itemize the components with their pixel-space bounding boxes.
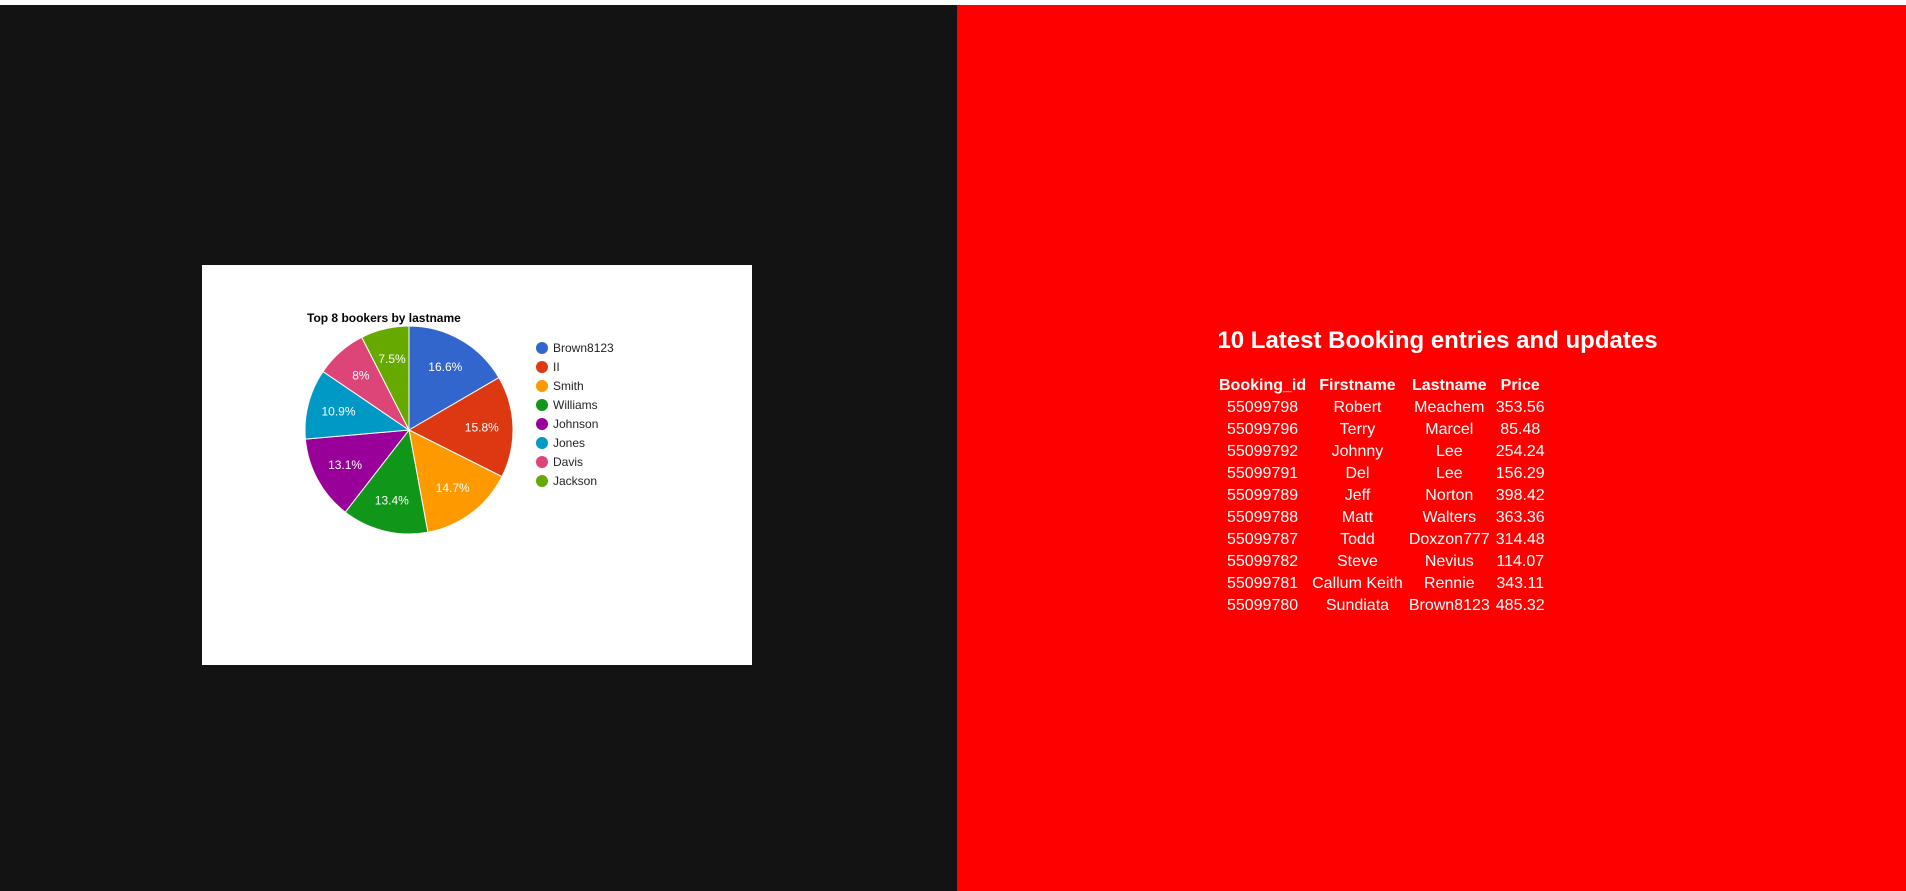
table-header-row: Booking_id Firstname Lastname Price bbox=[1216, 375, 1548, 397]
table-cell-price: 343.11 bbox=[1496, 575, 1545, 592]
chart-legend: Brown8123 II Smith Williams Johnson Jones Davi… bbox=[536, 341, 614, 488]
column-header-firstname: Firstname bbox=[1319, 377, 1396, 394]
table-cell-booking-id: 55099787 bbox=[1226, 531, 1299, 548]
table-cell-price: 254.24 bbox=[1495, 443, 1545, 460]
table-cell-price: 156.29 bbox=[1495, 465, 1545, 482]
table-cell-lastname: Rennie bbox=[1423, 575, 1475, 592]
column-header-price: Price bbox=[1500, 377, 1540, 394]
slice-label-jones: 10.9% bbox=[321, 405, 355, 419]
table-cell-price: 485.32 bbox=[1495, 597, 1545, 614]
legend-label-jones[interactable]: Jones bbox=[553, 436, 585, 450]
slice-label-johnson: 13.1% bbox=[328, 458, 362, 472]
legend-label-johnson[interactable]: Johnson bbox=[553, 417, 598, 431]
table-cell-lastname: Meachem bbox=[1414, 399, 1485, 416]
table-cell-lastname: Nevius bbox=[1424, 553, 1474, 570]
table-row: 55099798 Robert Meachem 353.56 bbox=[1216, 397, 1548, 419]
legend-swatch-williams bbox=[536, 399, 548, 411]
table-cell-firstname: Steve bbox=[1337, 553, 1378, 570]
table-cell-booking-id: 55099781 bbox=[1226, 575, 1299, 592]
slice-label-davis: 8% bbox=[352, 368, 370, 382]
slice-label-williams: 13.4% bbox=[375, 494, 409, 508]
table-row: 55099782 Steve Nevius 114.07 bbox=[1216, 551, 1548, 573]
table-cell-firstname: Sundiata bbox=[1325, 597, 1390, 614]
table-cell-lastname: Walters bbox=[1422, 509, 1477, 526]
table-cell-lastname: Marcel bbox=[1425, 421, 1474, 438]
table-cell-booking-id: 55099796 bbox=[1226, 421, 1299, 438]
pie-chart-card: Top 8 bookers by lastname 16.6% 15.8% 14.7… bbox=[202, 265, 752, 665]
table-cell-lastname: Lee bbox=[1435, 465, 1463, 482]
legend-label-jackson[interactable]: Jackson bbox=[553, 474, 597, 488]
table-cell-booking-id: 55099789 bbox=[1226, 487, 1299, 504]
legend-label-brown8123[interactable]: Brown8123 bbox=[553, 341, 614, 355]
legend-swatch-davis bbox=[536, 456, 548, 468]
bookings-heading: 10 Latest Booking entries and updates bbox=[1217, 327, 1658, 354]
legend-label-smith[interactable]: Smith bbox=[553, 379, 584, 393]
pie-chart: Top 8 bookers by lastname 16.6% 15.8% 14.7… bbox=[304, 311, 614, 535]
legend-label-davis[interactable]: Davis bbox=[553, 455, 583, 469]
table-cell-booking-id: 55099791 bbox=[1226, 465, 1299, 482]
slice-label-smith: 14.7% bbox=[436, 481, 470, 495]
table-cell-firstname: Del bbox=[1345, 465, 1370, 482]
table-row: 55099781 Callum Keith Rennie 343.11 bbox=[1216, 573, 1548, 595]
table-cell-booking-id: 55099780 bbox=[1226, 597, 1299, 614]
table-cell-price: 353.56 bbox=[1495, 399, 1545, 416]
legend-swatch-ii bbox=[536, 361, 548, 373]
table-cell-booking-id: 55099798 bbox=[1226, 399, 1299, 416]
table-row: 55099791 Del Lee 156.29 bbox=[1216, 463, 1548, 485]
table-cell-lastname: Brown8123 bbox=[1408, 597, 1490, 614]
legend-swatch-jackson bbox=[536, 475, 548, 487]
table-row: 55099788 Matt Walters 363.36 bbox=[1216, 507, 1548, 529]
table-row: 55099796 Terry Marcel 85.48 bbox=[1216, 419, 1548, 441]
table-cell-booking-id: 55099792 bbox=[1226, 443, 1299, 460]
chart-panel: Top 8 bookers by lastname 16.6% 15.8% 14.7… bbox=[0, 5, 957, 891]
slice-label-brown8123: 16.6% bbox=[428, 360, 462, 374]
slice-label-jackson: 7.5% bbox=[378, 352, 406, 366]
table-cell-firstname: Todd bbox=[1340, 531, 1375, 548]
legend-label-ii[interactable]: II bbox=[553, 360, 560, 374]
table-cell-firstname: Matt bbox=[1341, 509, 1374, 526]
table-cell-firstname: Johnny bbox=[1331, 443, 1384, 460]
table-cell-booking-id: 55099788 bbox=[1226, 509, 1299, 526]
table-cell-price: 85.48 bbox=[1500, 421, 1541, 438]
table-row: 55099787 Todd Doxzon777 314.48 bbox=[1216, 529, 1548, 551]
table-cell-firstname: Callum Keith bbox=[1312, 575, 1403, 592]
legend-label-williams[interactable]: Williams bbox=[553, 398, 598, 412]
legend-swatch-brown8123 bbox=[536, 342, 548, 354]
table-cell-firstname: Jeff bbox=[1344, 487, 1371, 504]
table-row: 55099792 Johnny Lee 254.24 bbox=[1216, 441, 1548, 463]
table-cell-price: 314.48 bbox=[1495, 531, 1545, 548]
table-row: 55099780 Sundiata Brown8123 485.32 bbox=[1216, 595, 1548, 617]
table-cell-firstname: Terry bbox=[1339, 421, 1376, 438]
column-header-booking-id: Booking_id bbox=[1219, 377, 1307, 394]
legend-swatch-jones bbox=[536, 437, 548, 449]
legend-swatch-johnson bbox=[536, 418, 548, 430]
legend-swatch-smith bbox=[536, 380, 548, 392]
table-cell-firstname: Robert bbox=[1333, 399, 1382, 416]
table-cell-price: 114.07 bbox=[1496, 553, 1545, 570]
table-cell-booking-id: 55099782 bbox=[1226, 553, 1299, 570]
table-cell-lastname: Lee bbox=[1435, 443, 1463, 460]
table-body: 55099798 Robert Meachem 353.56 55099796 Terry… bbox=[1216, 397, 1548, 617]
chart-title: Top 8 bookers by lastname bbox=[307, 311, 461, 325]
table-cell-lastname: Norton bbox=[1425, 487, 1474, 504]
column-header-lastname: Lastname bbox=[1411, 377, 1487, 394]
table-cell-price: 398.42 bbox=[1495, 487, 1545, 504]
bookings-table: Booking_id Firstname Lastname Price 5509979… bbox=[1216, 375, 1548, 617]
table-cell-price: 363.36 bbox=[1495, 509, 1545, 526]
slice-label-ii: 15.8% bbox=[465, 421, 499, 435]
table-row: 55099789 Jeff Norton 398.42 bbox=[1216, 485, 1548, 507]
table-cell-lastname: Doxzon777 bbox=[1408, 531, 1490, 548]
